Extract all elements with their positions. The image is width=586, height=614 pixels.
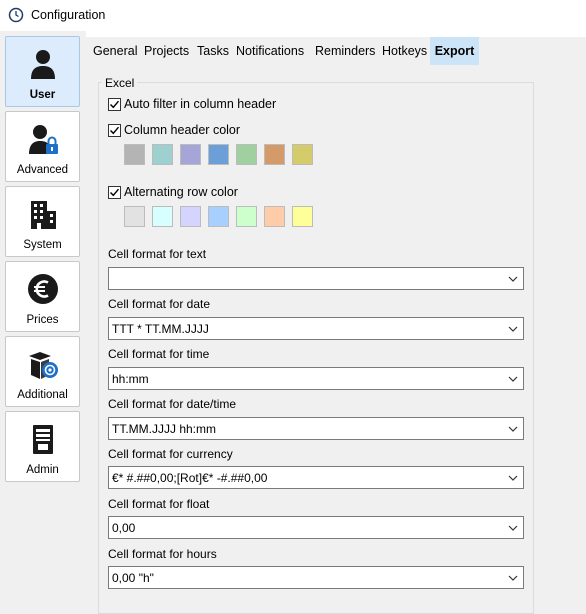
sidebar-item-user[interactable]: User (5, 36, 80, 107)
sidebar-item-label: Prices (26, 314, 59, 326)
header-color-swatch[interactable] (236, 144, 257, 165)
sidebar-item-prices[interactable]: Prices (5, 261, 80, 332)
sidebar-item-label: Additional (17, 389, 68, 401)
sidebar: User Advanced System Prices Additional A… (0, 31, 86, 614)
tab-general[interactable]: General (90, 37, 140, 65)
checkmark-icon (110, 188, 120, 197)
header-color-label: Column header color (124, 123, 241, 137)
clock-icon (8, 7, 24, 23)
time-format-label: Cell format for time (108, 347, 210, 361)
window-title: Configuration (31, 8, 106, 22)
chevron-down-icon (508, 475, 518, 481)
header-color-checkbox[interactable] (108, 124, 121, 137)
header-color-swatch[interactable] (264, 144, 285, 165)
tab-tasks[interactable]: Tasks (194, 37, 232, 65)
date-format-label: Cell format for date (108, 297, 211, 311)
sidebar-item-additional[interactable]: Additional (5, 336, 80, 407)
chevron-down-icon (508, 326, 518, 332)
tab-notifications[interactable]: Notifications (233, 37, 307, 65)
sidebar-item-label: Admin (26, 464, 59, 476)
alt-row-color-swatch[interactable] (124, 206, 145, 227)
currency-format-label: Cell format for currency (108, 447, 233, 461)
select-value: TT.MM.JJJJ hh:mm (112, 422, 216, 436)
title-bar: Configuration (0, 0, 586, 31)
tab-projects[interactable]: Projects (141, 37, 192, 65)
user-lock-icon (29, 125, 58, 154)
sidebar-item-admin[interactable]: Admin (5, 411, 80, 482)
sidebar-item-label: System (23, 239, 62, 251)
auto-filter-label: Auto filter in column header (124, 97, 277, 111)
select-value: hh:mm (112, 372, 149, 386)
text-format-select[interactable] (108, 267, 524, 290)
alt-row-color-swatch[interactable] (208, 206, 229, 227)
select-value: €* #.##0,00;[Rot]€* -#.##0,00 (112, 471, 268, 485)
tab-hotkeys[interactable]: Hotkeys (379, 37, 430, 65)
hours-format-label: Cell format for hours (108, 547, 217, 561)
euro-icon (28, 274, 58, 304)
building-icon (31, 201, 56, 229)
text-format-label: Cell format for text (108, 247, 207, 261)
server-icon (33, 425, 53, 454)
sidebar-item-label: User (29, 89, 56, 101)
auto-filter-checkbox[interactable] (108, 98, 121, 111)
alt-row-color-label: Alternating row color (124, 185, 238, 199)
select-value: TTT * TT.MM.JJJJ (112, 322, 209, 336)
chevron-down-icon (508, 376, 518, 382)
tab-reminders[interactable]: Reminders (312, 37, 378, 65)
tab-export[interactable]: Export (430, 37, 479, 65)
checkmark-icon (110, 126, 120, 135)
box-icon (29, 352, 58, 379)
chevron-down-icon (508, 426, 518, 432)
alt-row-color-checkbox[interactable] (108, 186, 121, 199)
chevron-down-icon (508, 276, 518, 282)
sidebar-item-advanced[interactable]: Advanced (5, 111, 80, 182)
tab-strip: General Projects Tasks Notifications Rem… (86, 37, 586, 65)
date-format-select[interactable]: TTT * TT.MM.JJJJ (108, 317, 524, 340)
alt-row-color-swatch[interactable] (264, 206, 285, 227)
header-color-swatch[interactable] (208, 144, 229, 165)
select-value: 0,00 (112, 521, 136, 535)
time-format-select[interactable]: hh:mm (108, 367, 524, 390)
header-color-swatch[interactable] (124, 144, 145, 165)
currency-format-select[interactable]: €* #.##0,00;[Rot]€* -#.##0,00 (108, 466, 524, 489)
float-format-label: Cell format for float (108, 497, 210, 511)
header-color-swatch[interactable] (180, 144, 201, 165)
chevron-down-icon (508, 525, 518, 531)
select-value: 0,00 "h" (112, 571, 154, 585)
header-color-swatch[interactable] (292, 144, 313, 165)
sidebar-item-system[interactable]: System (5, 186, 80, 257)
user-icon (31, 50, 55, 79)
header-color-swatch[interactable] (152, 144, 173, 165)
datetime-format-label: Cell format for date/time (108, 397, 237, 411)
checkmark-icon (110, 100, 120, 109)
alt-row-color-swatch[interactable] (292, 206, 313, 227)
alt-row-color-swatch[interactable] (236, 206, 257, 227)
float-format-select[interactable]: 0,00 (108, 516, 524, 539)
chevron-down-icon (508, 575, 518, 581)
hours-format-select[interactable]: 0,00 "h" (108, 566, 524, 589)
sidebar-item-label: Advanced (16, 164, 69, 176)
alt-row-color-swatch[interactable] (180, 206, 201, 227)
excel-group-title: Excel (102, 76, 138, 90)
alt-row-color-swatch[interactable] (152, 206, 173, 227)
datetime-format-select[interactable]: TT.MM.JJJJ hh:mm (108, 417, 524, 440)
